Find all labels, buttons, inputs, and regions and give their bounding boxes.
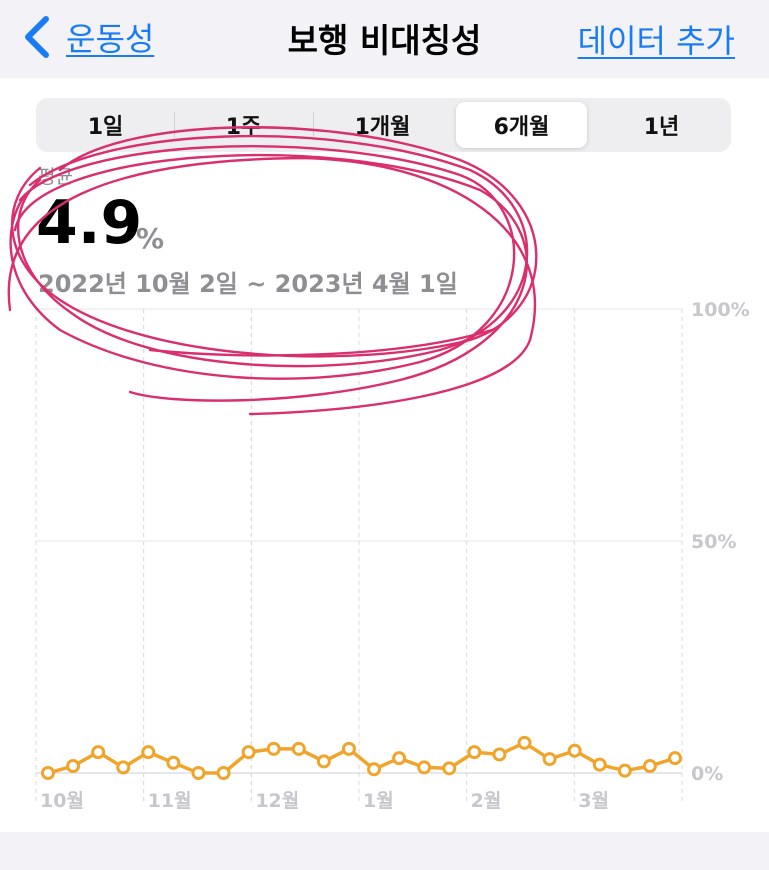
data-point	[191, 766, 206, 780]
y-tick-label: 100%	[691, 299, 750, 321]
series-line	[47, 741, 676, 775]
data-point	[642, 759, 657, 774]
data-point	[567, 743, 582, 758]
x-tick-label: 1월	[363, 790, 394, 812]
navigation-bar: 운동성 보행 비대칭성 데이터 추가	[0, 0, 769, 78]
data-point	[592, 757, 607, 772]
data-point	[668, 751, 682, 766]
data-point	[91, 745, 106, 760]
walking-asymmetry-chart[interactable]: 100% 50% 0% 10월 11월 12월 1월 2월 3월	[0, 78, 769, 832]
data-point	[41, 766, 55, 780]
data-point	[116, 760, 131, 775]
x-tick-label: 3월	[578, 790, 609, 812]
y-tick-label: 0%	[691, 763, 723, 785]
data-point	[542, 752, 557, 767]
data-point	[367, 762, 382, 777]
data-point	[392, 751, 407, 766]
data-point	[66, 759, 81, 774]
data-point	[517, 735, 532, 750]
data-point	[141, 745, 156, 760]
back-label: 운동성	[66, 20, 155, 58]
data-point	[341, 741, 356, 756]
x-tick-label: 12월	[255, 790, 299, 812]
x-tick-label: 2월	[471, 790, 502, 812]
data-point	[166, 755, 181, 770]
data-point	[266, 741, 281, 756]
x-tick-label: 10월	[40, 790, 84, 812]
data-point	[316, 754, 331, 769]
x-tick-label: 11월	[148, 790, 192, 812]
data-point	[492, 747, 507, 762]
data-point	[617, 763, 632, 778]
back-button[interactable]: 운동성	[22, 12, 154, 62]
data-point	[241, 745, 256, 760]
chevron-left-icon	[25, 16, 49, 58]
data-point	[442, 761, 457, 776]
data-point	[467, 745, 482, 760]
data-point	[216, 766, 231, 780]
data-point	[417, 760, 432, 775]
add-data-button[interactable]: 데이터 추가	[578, 16, 735, 62]
y-tick-label: 50%	[691, 531, 736, 553]
data-point	[291, 741, 306, 756]
bottom-background	[0, 832, 769, 870]
